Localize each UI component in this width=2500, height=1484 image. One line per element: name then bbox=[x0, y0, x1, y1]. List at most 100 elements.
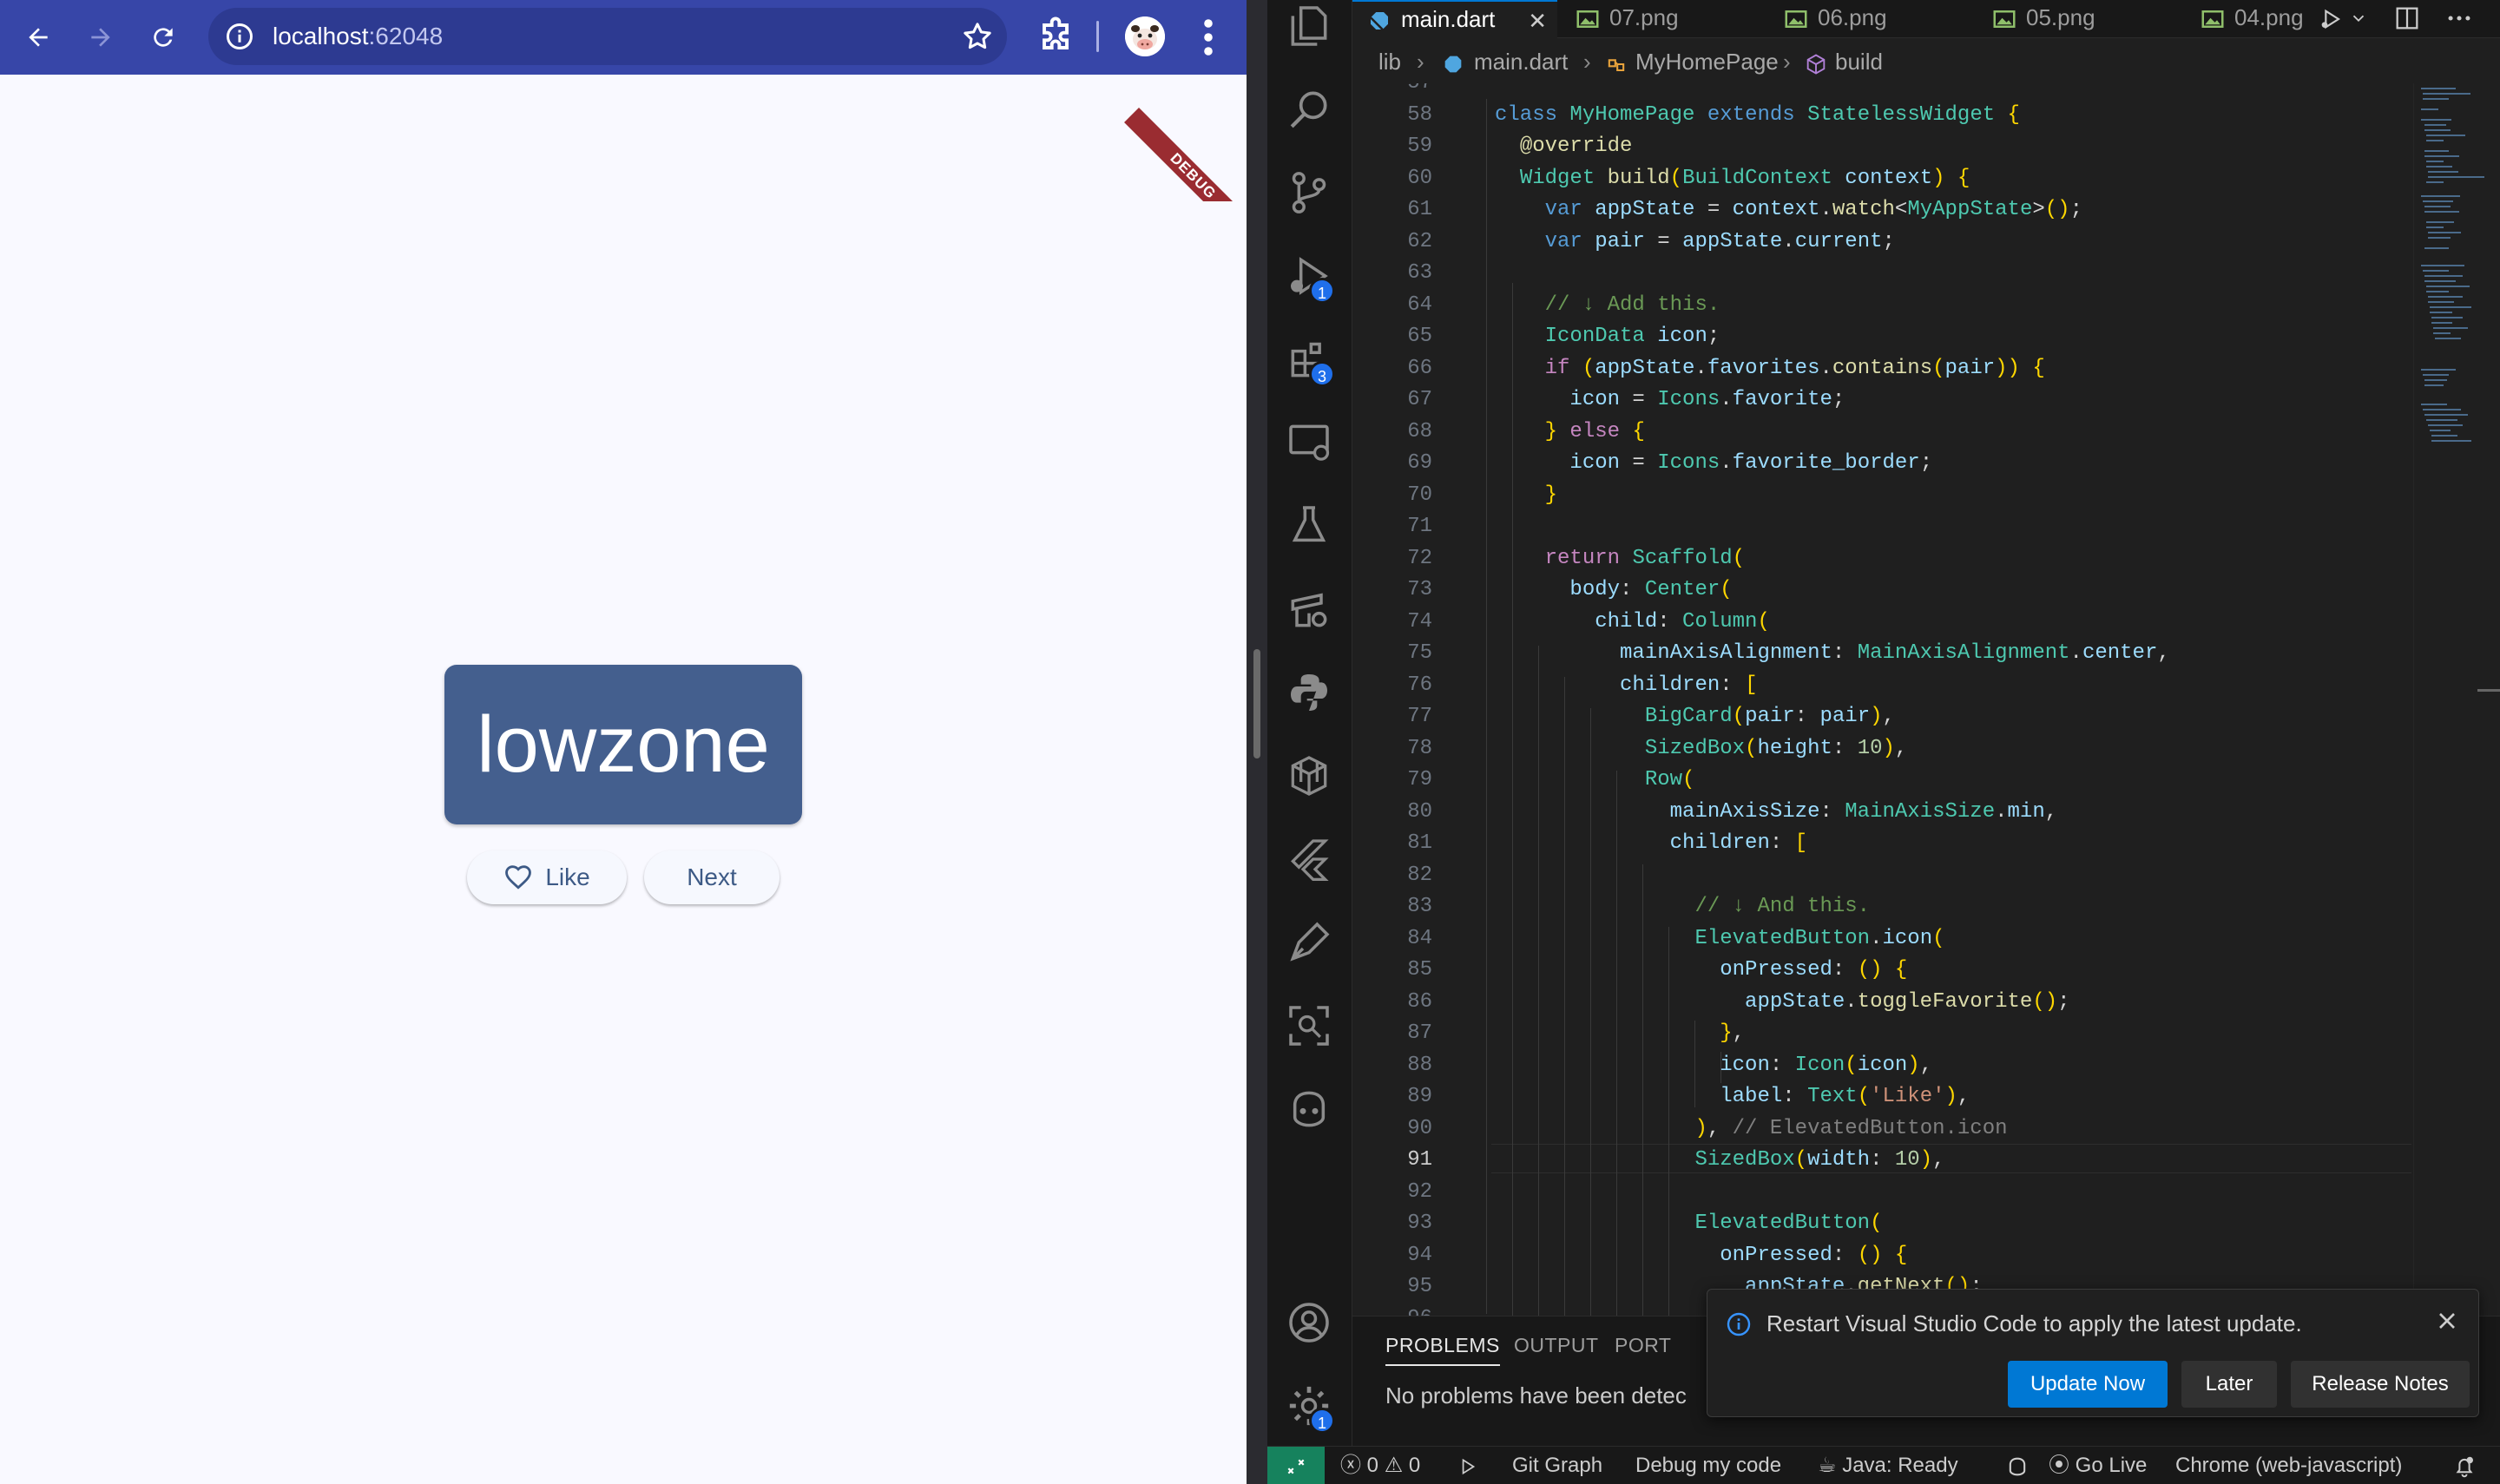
go-live-label: Go Live bbox=[2075, 1454, 2148, 1477]
split-editor-icon[interactable] bbox=[2392, 3, 2422, 33]
error-count: 0 bbox=[1366, 1454, 1379, 1477]
line-number: 81 bbox=[1407, 831, 1432, 855]
debug-status[interactable] bbox=[1457, 1447, 1479, 1484]
url-text: localhost:62048 bbox=[273, 23, 444, 49]
line-number: 89 bbox=[1407, 1085, 1432, 1108]
tab-problems[interactable]: PROBLEMS bbox=[1385, 1334, 1500, 1366]
git-graph-status[interactable]: Git Graph bbox=[1512, 1447, 1602, 1484]
bookmark-star-icon[interactable] bbox=[960, 19, 995, 54]
tab-main-dart[interactable]: main.dart ✕ bbox=[1352, 0, 1557, 38]
line-number: 70 bbox=[1407, 483, 1432, 507]
docker-icon[interactable] bbox=[1285, 585, 1333, 634]
line-number: 83 bbox=[1407, 895, 1432, 918]
breadcrumb-file[interactable]: main.dart bbox=[1474, 49, 1568, 76]
scrollbar-indicator[interactable] bbox=[2477, 689, 2500, 692]
line-number: 60 bbox=[1407, 166, 1432, 190]
breadcrumb-lib[interactable]: lib bbox=[1378, 49, 1401, 76]
tab-label: 05.png bbox=[2026, 4, 2095, 30]
container-icon[interactable] bbox=[1285, 752, 1333, 800]
line-number: 95 bbox=[1407, 1275, 1432, 1298]
scan-icon[interactable] bbox=[1285, 1001, 1333, 1050]
chevron-down-icon[interactable] bbox=[2349, 9, 2368, 28]
search-icon[interactable] bbox=[1285, 85, 1333, 134]
more-horizontal-icon[interactable] bbox=[2444, 3, 2474, 33]
line-number: 76 bbox=[1407, 673, 1432, 697]
warning-icon: ⚠ bbox=[1384, 1454, 1404, 1477]
tab-output[interactable]: OUTPUT bbox=[1514, 1334, 1599, 1357]
breadcrumb-method[interactable]: build bbox=[1835, 49, 1883, 76]
remote-indicator[interactable] bbox=[1267, 1447, 1325, 1484]
line-number: 66 bbox=[1407, 356, 1432, 380]
broadcast-icon: ⦿ bbox=[2049, 1454, 2069, 1477]
problems-status[interactable]: ⓧ 0 ⚠ 0 bbox=[1340, 1447, 1420, 1484]
activity-bar: 1 3 1 bbox=[1267, 0, 1352, 1446]
java-status[interactable]: ☕ Java: Ready bbox=[1818, 1447, 1958, 1484]
line-number: 96 bbox=[1352, 1307, 1432, 1317]
explorer-icon[interactable] bbox=[1285, 2, 1333, 50]
image-icon bbox=[1993, 10, 2016, 28]
extensions-button[interactable]: 3 bbox=[1285, 335, 1335, 387]
debug-config-status[interactable]: Debug my code bbox=[1635, 1447, 1781, 1484]
reload-button[interactable] bbox=[141, 15, 186, 60]
line-number: 90 bbox=[1407, 1116, 1432, 1140]
copilot-status[interactable] bbox=[2005, 1447, 2030, 1484]
python-icon[interactable] bbox=[1285, 668, 1333, 717]
breadcrumb-class[interactable]: MyHomePage bbox=[1635, 49, 1779, 76]
manage-settings-button[interactable]: 1 bbox=[1285, 1382, 1335, 1434]
line-number: 69 bbox=[1407, 451, 1432, 475]
back-button[interactable] bbox=[16, 15, 61, 60]
close-icon[interactable] bbox=[2433, 1307, 2461, 1335]
line-number: 86 bbox=[1407, 989, 1432, 1014]
tab-05-png[interactable]: 05.png bbox=[1977, 0, 2182, 38]
run-debug-button[interactable]: 1 bbox=[1285, 252, 1335, 304]
tab-06-png[interactable]: 06.png bbox=[1769, 0, 1974, 38]
release-notes-button[interactable]: Release Notes bbox=[2291, 1361, 2470, 1408]
later-button[interactable]: Later bbox=[2181, 1361, 2277, 1408]
code-line: mainAxisSize: MainAxisSize.min, bbox=[1669, 799, 2058, 824]
remote-icon bbox=[1287, 1459, 1305, 1474]
window-split-divider[interactable] bbox=[1247, 0, 1267, 1484]
code-line: body: Center( bbox=[1569, 578, 1733, 601]
like-button[interactable]: Like bbox=[467, 850, 627, 904]
tab-ports[interactable]: PORT bbox=[1615, 1334, 1671, 1357]
minimap[interactable] bbox=[2413, 83, 2500, 1316]
more-vert-icon[interactable] bbox=[1191, 15, 1226, 60]
next-button[interactable]: Next bbox=[644, 850, 780, 904]
code-editor[interactable]: 57 58 class MyHomePage extends StatelessWi… bbox=[1352, 83, 2413, 1316]
tab-label: 07.png bbox=[1609, 4, 1679, 30]
browser-toolbar: localhost:62048 bbox=[0, 0, 1247, 75]
tab-label: 04.png bbox=[2234, 4, 2304, 30]
dart-icon bbox=[1444, 56, 1462, 73]
java-status-label: Java: Ready bbox=[1842, 1454, 1958, 1477]
go-live-status[interactable]: ⦿ Go Live bbox=[2049, 1447, 2147, 1484]
line-number: 63 bbox=[1407, 261, 1432, 285]
split-drag-handle[interactable] bbox=[1253, 649, 1260, 758]
debug-target-status[interactable]: Chrome (web-javascript) bbox=[2175, 1447, 2402, 1484]
code-line: label: Text('Like'), bbox=[1720, 1085, 1970, 1108]
tab-07-png[interactable]: 07.png bbox=[1561, 0, 1766, 38]
remote-explorer-icon[interactable] bbox=[1285, 418, 1333, 467]
run-debug-dropdown-icon[interactable] bbox=[2318, 5, 2345, 33]
account-icon[interactable] bbox=[1285, 1298, 1333, 1347]
vscode-window: 1 3 1 main.dart ✕ 07.png 06.png 05.png 0… bbox=[1267, 0, 2500, 1484]
source-control-icon[interactable] bbox=[1285, 168, 1333, 217]
pen-tool-icon[interactable] bbox=[1285, 918, 1333, 967]
testing-flask-icon[interactable] bbox=[1285, 502, 1333, 550]
code-line: BigCard(pair: pair), bbox=[1644, 705, 1895, 728]
profile-avatar[interactable] bbox=[1125, 16, 1165, 56]
copilot-icon[interactable] bbox=[1285, 1085, 1333, 1133]
code-line: child: Column( bbox=[1595, 609, 1770, 634]
forward-button[interactable] bbox=[78, 15, 123, 60]
extensions-puzzle-icon[interactable] bbox=[1033, 14, 1078, 59]
notification-bell-icon[interactable] bbox=[2451, 1454, 2477, 1480]
flutter-icon[interactable] bbox=[1285, 835, 1333, 883]
reload-icon bbox=[154, 28, 173, 47]
line-number: 79 bbox=[1407, 768, 1432, 791]
code-line: onPressed: () { bbox=[1720, 1243, 1908, 1267]
site-info-icon[interactable] bbox=[224, 21, 255, 52]
code-line: }, bbox=[1720, 1021, 1746, 1045]
update-now-button[interactable]: Update Now bbox=[2008, 1361, 2168, 1408]
tab-close-icon[interactable]: ✕ bbox=[1528, 3, 1547, 38]
code-line: ), // ElevatedButton.icon bbox=[1694, 1116, 2008, 1140]
address-bar[interactable]: localhost:62048 bbox=[208, 8, 1007, 65]
